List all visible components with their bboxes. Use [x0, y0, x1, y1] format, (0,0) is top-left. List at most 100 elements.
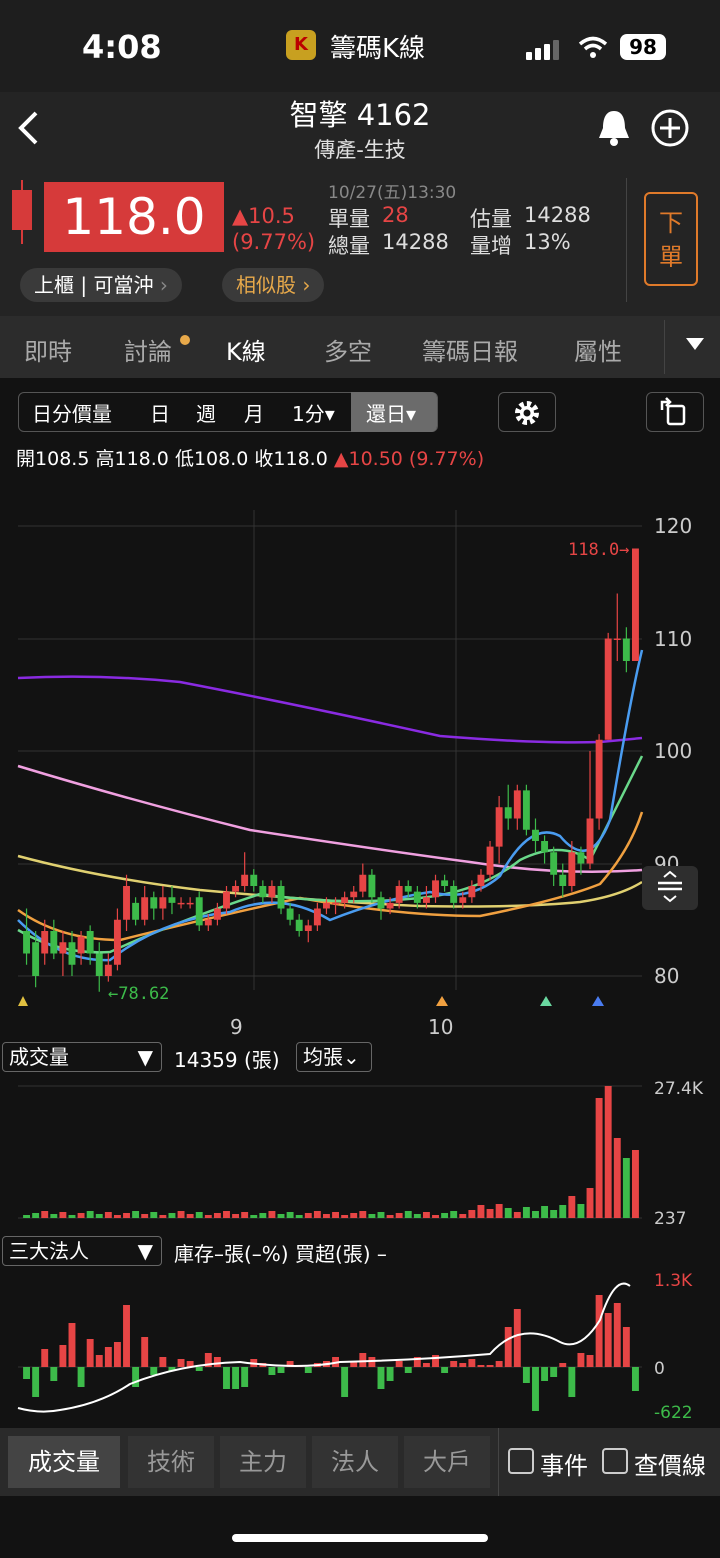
volume-bar — [77, 1213, 85, 1218]
tab-long-short[interactable]: 多空 — [324, 332, 372, 367]
institution-indicator-select[interactable]: 三大法人 ▼ — [2, 1236, 162, 1266]
volume-bar — [304, 1213, 312, 1218]
bell-icon[interactable] — [596, 108, 632, 148]
volume-bar — [259, 1213, 267, 1218]
institution-bar — [441, 1367, 449, 1373]
close-value: 118.0 — [273, 448, 328, 470]
institution-bar — [522, 1367, 530, 1383]
volume-indicator-select[interactable]: 成交量 ▼ — [2, 1042, 162, 1072]
institution-bar — [241, 1367, 249, 1387]
institution-bar — [604, 1313, 612, 1367]
candle-body — [413, 891, 421, 903]
tab-dropdown-icon[interactable] — [686, 338, 704, 350]
period-1min[interactable]: 1分▾ — [292, 398, 335, 427]
bottom-tab-volume[interactable]: 成交量 — [8, 1436, 120, 1488]
market-pill[interactable]: 上櫃 | 可當沖 › — [20, 268, 182, 302]
candle-body — [213, 908, 221, 920]
institution-bar — [68, 1323, 76, 1367]
institution-select-label: 三大法人 — [9, 1239, 89, 1263]
tab-realtime[interactable]: 即時 — [24, 332, 72, 367]
candle-body — [450, 886, 458, 903]
candle-body — [477, 874, 485, 886]
period-adjusted-day[interactable]: 還日▾ — [366, 398, 416, 427]
volume-bar — [59, 1212, 67, 1218]
candle-body — [486, 846, 494, 875]
candle-body — [468, 886, 476, 898]
volume-bar — [595, 1098, 603, 1218]
moving-average-lines — [17, 649, 644, 962]
bottom-tab-big-holders[interactable]: 大戶 — [404, 1436, 490, 1488]
volume-bar — [113, 1215, 121, 1218]
period-day[interactable]: 日 — [150, 398, 170, 427]
chart-resize-handle[interactable] — [642, 866, 698, 910]
institution-bar — [622, 1327, 630, 1367]
tab-kline[interactable]: K線 — [226, 332, 266, 367]
volume-chart[interactable]: 27.4K 237 — [0, 1080, 720, 1230]
battery-indicator: 98 — [620, 34, 666, 60]
institution-chart[interactable]: 1.3K 0 -622 — [0, 1270, 720, 1420]
candlestick-chart[interactable]: 118.0→ ←78.62 120 110 100 90 80 9 10 — [0, 500, 720, 1048]
rotate-screen-icon — [660, 397, 686, 426]
single-vol: 28 — [382, 203, 409, 227]
candle-body — [368, 874, 376, 898]
candle-body — [495, 807, 503, 847]
event-marker[interactable] — [540, 996, 552, 1006]
candle-body — [613, 638, 621, 640]
grid — [18, 510, 642, 990]
order-button-label: 下單 — [659, 209, 683, 271]
volume-bar — [195, 1212, 203, 1218]
candle-body — [541, 841, 549, 853]
volume-bar — [186, 1214, 194, 1218]
volume-bar — [250, 1215, 258, 1218]
order-button[interactable]: 下單 — [644, 192, 698, 286]
event-marker[interactable] — [436, 996, 448, 1006]
institution-bar — [395, 1361, 403, 1367]
similar-stocks-pill[interactable]: 相似股 › — [222, 268, 325, 302]
candle-body — [186, 902, 194, 905]
candle-body — [259, 886, 267, 898]
volume-bar — [123, 1213, 130, 1218]
candle-body — [441, 880, 449, 886]
volume-bar — [441, 1213, 449, 1218]
open-value: 108.5 — [35, 448, 90, 470]
divider — [626, 178, 627, 302]
volume-bar — [295, 1215, 303, 1218]
candle-body — [132, 902, 140, 920]
dropdown-arrow-icon: ▼ — [137, 1239, 153, 1263]
institution-bar — [77, 1367, 85, 1387]
tab-discussion[interactable]: 討論 — [124, 332, 172, 367]
dropdown-arrow-icon: ▼ — [137, 1045, 153, 1069]
avg-lots-button[interactable]: 均張⌄ — [296, 1042, 372, 1072]
candle-body — [250, 874, 258, 886]
volume-bar — [559, 1205, 567, 1218]
tab-chip-daily[interactable]: 籌碼日報 — [422, 332, 518, 367]
volume-bar — [413, 1214, 421, 1218]
last-price-marker: 118.0→ — [568, 540, 629, 560]
institution-bar — [495, 1361, 503, 1367]
events-checkbox[interactable] — [508, 1448, 534, 1474]
volume-bar — [177, 1211, 185, 1218]
wifi-icon — [578, 36, 608, 58]
period-minute-price-vol[interactable]: 日分價量 — [32, 398, 112, 427]
institution-bar — [595, 1295, 603, 1367]
bottom-tab-technical[interactable]: 技術 — [128, 1436, 214, 1488]
add-watchlist-icon[interactable] — [650, 108, 690, 148]
candle-body — [532, 829, 539, 841]
event-marker[interactable] — [592, 996, 604, 1006]
candle-body — [95, 953, 103, 976]
notification-dot — [180, 335, 190, 345]
bottom-tab-main-force[interactable]: 主力 — [220, 1436, 306, 1488]
candle-body — [595, 739, 603, 819]
period-month[interactable]: 月 — [244, 398, 264, 427]
price-line-checkbox[interactable] — [602, 1448, 628, 1474]
event-marker[interactable] — [18, 996, 28, 1006]
chevron-right-icon: › — [302, 273, 311, 297]
volume-bar — [613, 1138, 621, 1218]
tab-attributes[interactable]: 屬性 — [574, 332, 622, 367]
y-tick-100: 100 — [654, 739, 692, 763]
bottom-tab-institution[interactable]: 法人 — [312, 1436, 398, 1488]
volume-bar — [504, 1208, 512, 1218]
period-week[interactable]: 週 — [196, 398, 216, 427]
candle-body — [359, 874, 367, 892]
candle-body — [177, 902, 185, 905]
